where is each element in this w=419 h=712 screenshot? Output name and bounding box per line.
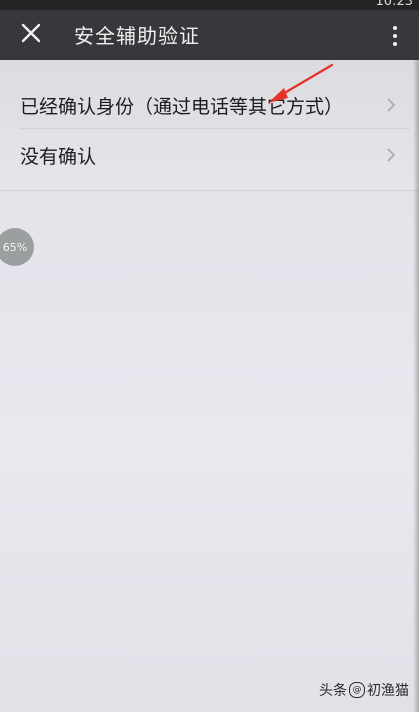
close-icon <box>21 23 41 43</box>
option-label: 没有确认 <box>20 146 97 168</box>
watermark-account: 初渔猫 <box>367 683 409 699</box>
screen: 10:23 安全辅助验证 已经确认身份（通过电话等其它方式） 没有确认 65% … <box>0 0 419 712</box>
verification-options-list: 已经确认身份（通过电话等其它方式） 没有确认 <box>0 60 419 191</box>
more-vertical-icon-dot <box>393 34 397 38</box>
status-bar: 10:23 <box>0 0 419 10</box>
app-bar: 安全辅助验证 <box>0 10 419 60</box>
list-divider <box>20 128 410 129</box>
close-button[interactable] <box>14 16 48 50</box>
watermark: 头条 @ 初渔猫 <box>319 680 409 700</box>
chevron-right-icon <box>387 98 395 112</box>
chevron-right-icon <box>387 148 395 162</box>
status-time: 10:23 <box>375 0 413 9</box>
more-options-button[interactable] <box>385 20 405 52</box>
watermark-at-icon: @ <box>349 682 365 698</box>
edge-shadow <box>413 60 419 712</box>
more-vertical-icon-dot <box>393 42 397 46</box>
option-confirmed-identity[interactable]: 已经确认身份（通过电话等其它方式） <box>0 80 419 130</box>
option-not-confirmed[interactable]: 没有确认 <box>0 130 419 180</box>
empty-content-area <box>0 191 419 712</box>
red-annotation-arrow-icon <box>268 63 334 103</box>
page-title: 安全辅助验证 <box>74 24 200 48</box>
more-vertical-icon <box>393 26 397 30</box>
watermark-prefix: 头条 <box>319 683 347 699</box>
